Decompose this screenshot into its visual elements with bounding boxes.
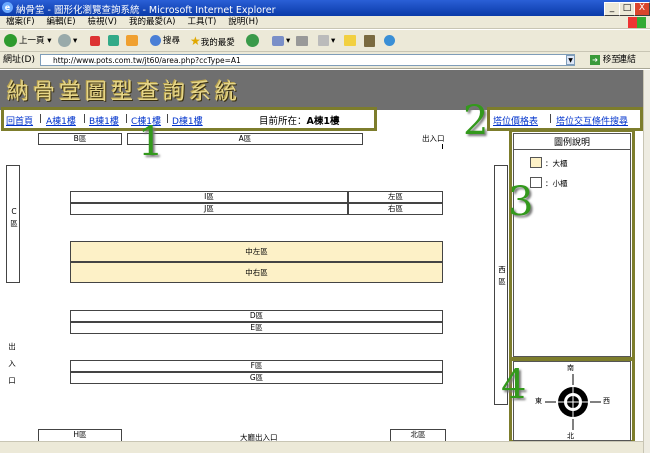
edit-button[interactable]: ▾ [318,33,335,49]
menu-help[interactable]: 說明(H) [228,16,258,29]
mail-button[interactable]: ▾ [272,33,290,49]
callout-number-2: 2 [463,98,489,144]
refresh-icon [108,35,119,46]
window-title-bar[interactable]: e 納骨堂 - 圖形化瀏覽查詢系統 - Microsoft Internet E… [0,0,650,16]
exit-top-label: 出入口 [422,134,445,143]
callout-number-4: 4 [501,362,527,408]
toolbar: 上一頁 ▾ ▾ 搜尋 ★我的最愛 ▾ ▾ [0,30,650,52]
address-label: 網址(D) [3,55,35,65]
forward-arrow-icon [58,34,71,47]
zone-right[interactable]: 右區 [348,203,443,215]
home-icon [126,35,138,46]
status-bar [0,441,643,453]
messenger-button[interactable] [364,33,377,49]
zone-j[interactable]: J區 [70,203,348,215]
windows-flag-icon [628,17,646,28]
history-icon [246,34,259,47]
callout-box-1 [1,107,377,131]
minimize-button[interactable]: _ [604,2,620,16]
legend-large-swatch [530,157,542,168]
zone-c-label: C區 [10,207,18,228]
callout-box-2 [487,107,643,131]
stop-button[interactable] [90,33,102,49]
print-icon [296,35,308,46]
address-input[interactable]: http://www.pots.com.tw/jt60/area.php?ccT… [40,54,575,66]
compass-rose-icon [545,374,601,430]
ie-logo-icon: e [2,2,13,13]
exit-left-label: 出 入 口 [8,342,16,385]
menu-bar: 檔案(F) 編輯(E) 檢視(V) 我的最愛(A) 工具(T) 說明(H) [0,16,650,29]
compass-east-label: 東 [535,397,542,405]
home-button[interactable] [126,33,140,49]
search-icon [150,35,161,46]
callout-number-1: 1 [138,119,164,165]
door-mark [442,144,443,149]
zone-center-left[interactable]: 中左區 [70,241,443,262]
links-button[interactable]: 連結 [618,53,636,67]
window-title: 納骨堂 - 圖形化瀏覽查詢系統 - Microsoft Internet Exp… [16,5,276,16]
zone-b[interactable]: B區 [38,133,122,145]
refresh-button[interactable] [108,33,121,49]
stop-icon [90,35,100,46]
menu-file[interactable]: 檔案(F) [6,16,35,29]
favorites-button[interactable]: ★我的最愛 [190,33,235,49]
print-button[interactable] [296,33,310,49]
forward-button[interactable]: ▾ [58,33,77,49]
discuss-icon [344,35,356,46]
zone-c[interactable]: C區 [6,165,20,283]
messenger-icon [384,35,395,46]
callout-number-3: 3 [508,179,534,225]
zone-d[interactable]: D區 [70,310,443,322]
compass-north-label: 北 [567,432,574,440]
zone-center-right[interactable]: 中右區 [70,262,443,283]
zone-i[interactable]: I區 [70,191,348,203]
legend-large-label: ：大櫃 [545,159,568,168]
close-button[interactable]: X [634,2,650,16]
zone-e[interactable]: E區 [70,322,443,334]
menu-favorites[interactable]: 我的最愛(A) [129,16,175,29]
zone-west-label: 西區 [498,265,506,286]
zone-g[interactable]: G區 [70,372,443,384]
research-icon [364,34,375,47]
back-arrow-icon [4,34,17,47]
search-button[interactable]: 搜尋 [150,33,180,49]
menu-view[interactable]: 檢視(V) [88,16,117,29]
maximize-button[interactable]: □ [619,2,635,16]
address-dropdown-icon[interactable]: ▼ [566,55,575,65]
discuss-button[interactable] [344,33,358,49]
vertical-scrollbar[interactable] [643,70,650,453]
menu-edit[interactable]: 編輯(E) [47,16,76,29]
zone-left[interactable]: 左區 [348,191,443,203]
msn-button[interactable] [384,33,397,49]
back-button[interactable]: 上一頁 ▾ [4,33,51,49]
site-title: 納骨堂圖型查詢系統 [7,80,242,105]
legend-title: 圖例說明 [553,138,590,148]
star-icon: ★ [190,34,201,48]
edit-icon [318,35,329,46]
go-arrow-icon: ➜ [590,55,600,65]
compass-west-label: 西 [603,397,610,405]
go-button[interactable]: ➜ 移至 [590,54,620,66]
menu-tools[interactable]: 工具(T) [187,16,216,29]
floor-map [3,133,508,443]
zone-f[interactable]: F區 [70,360,443,372]
mail-icon [272,35,284,46]
legend-divider [513,149,631,150]
legend-small-label: ：小櫃 [545,179,568,188]
history-button[interactable] [246,33,261,49]
